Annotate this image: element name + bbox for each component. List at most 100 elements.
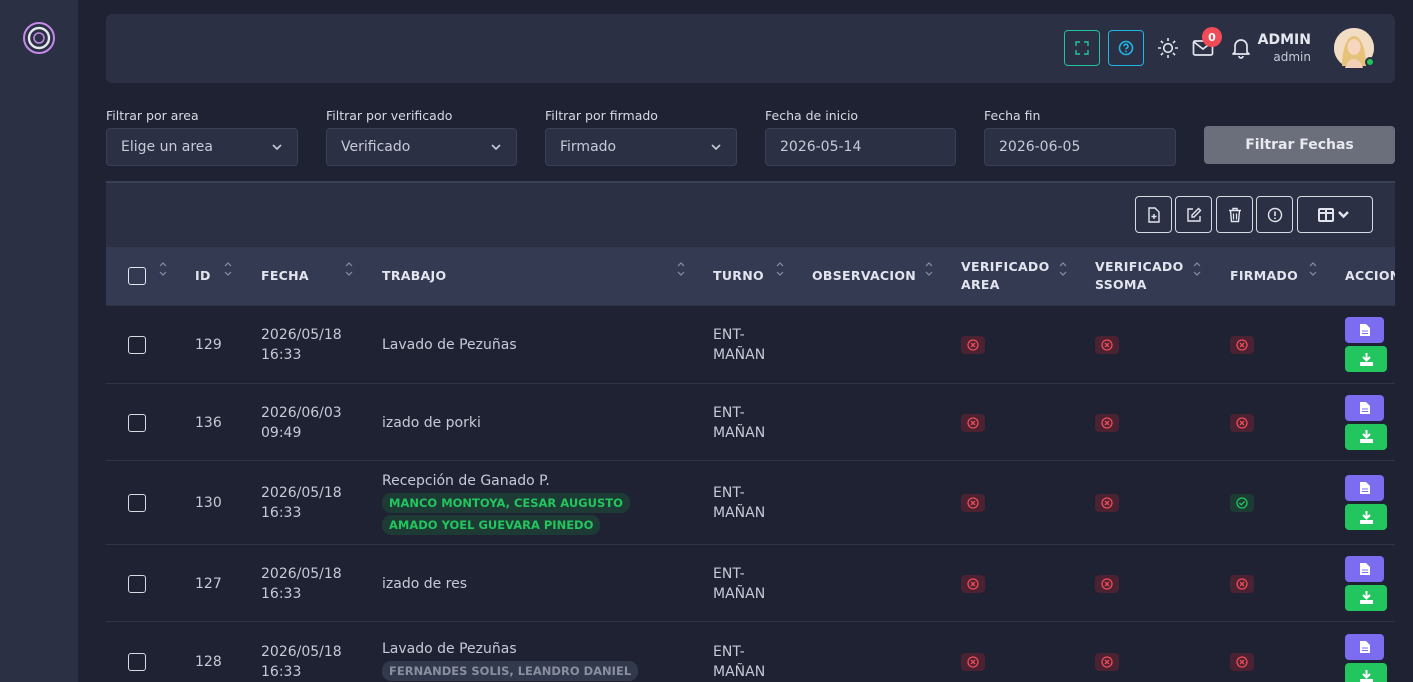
- view-document-button[interactable]: [1345, 634, 1384, 660]
- status-verificado-ssoma-no: [1095, 653, 1119, 671]
- x-circle-icon: [967, 656, 979, 668]
- sort-icon[interactable]: [345, 261, 353, 277]
- mail-count-badge: 0: [1202, 27, 1222, 47]
- row-checkbox[interactable]: [128, 653, 146, 671]
- trash-icon: [1228, 207, 1241, 222]
- fecha-inicio-input[interactable]: 2026-05-14: [765, 128, 956, 166]
- download-button[interactable]: [1345, 423, 1387, 450]
- fecha-fin-value: 2026-06-05: [999, 139, 1081, 155]
- table-row[interactable]: 128 2026/05/18 16:33 Lavado de Pezuñas FERNA…: [106, 621, 1395, 682]
- table-row[interactable]: 130 2026/05/18 16:33 Recepción de Ganado P.…: [106, 460, 1395, 544]
- view-document-button[interactable]: [1345, 394, 1384, 421]
- filter-verificado-value: Verificado: [341, 139, 411, 155]
- col-fecha[interactable]: FECHA: [261, 267, 309, 285]
- row-checkbox[interactable]: [128, 336, 146, 354]
- alert-button[interactable]: [1256, 196, 1293, 233]
- row-checkbox[interactable]: [128, 574, 146, 593]
- sort-icon[interactable]: [677, 261, 685, 277]
- table-row[interactable]: 129 2026/05/18 16:33 Lavado de Pezuñas ENT- M…: [106, 305, 1395, 383]
- status-firmado-no: [1230, 336, 1254, 354]
- sort-icon[interactable]: [776, 261, 784, 277]
- cell-turno: ENT- MAÑAN: [713, 565, 766, 602]
- x-circle-icon: [967, 577, 979, 590]
- select-all-checkbox[interactable]: [128, 267, 146, 285]
- help-button[interactable]: [1108, 30, 1144, 66]
- col-verificado-area[interactable]: VERIFICADO AREA: [961, 258, 1050, 294]
- download-button[interactable]: [1345, 504, 1387, 530]
- filter-area-select[interactable]: Elige un area: [106, 128, 298, 166]
- user-role: admin: [1273, 50, 1311, 64]
- document-icon: [1359, 401, 1370, 414]
- cell-id: 129: [195, 337, 222, 353]
- view-document-button[interactable]: [1345, 475, 1384, 501]
- sort-icon[interactable]: [925, 261, 933, 277]
- x-circle-icon: [967, 497, 979, 509]
- sort-icon[interactable]: [159, 261, 167, 277]
- x-circle-icon: [1101, 497, 1113, 509]
- status-verificado-ssoma-no: [1095, 413, 1119, 432]
- filter-area-value: Elige un area: [121, 139, 213, 155]
- sort-icon[interactable]: [224, 261, 232, 277]
- col-acciones: ACCIONES: [1345, 268, 1395, 283]
- filter-firmado-label: Filtrar por firmado: [545, 108, 658, 123]
- cell-turno: ENT- MAÑAN: [713, 327, 766, 363]
- row-checkbox[interactable]: [128, 413, 146, 432]
- cell-turno: ENT- MAÑAN: [713, 644, 766, 680]
- filter-firmado-value: Firmado: [560, 139, 617, 155]
- status-verificado-ssoma-no: [1095, 574, 1119, 593]
- download-icon: [1359, 591, 1373, 604]
- download-button[interactable]: [1345, 663, 1387, 682]
- export-button[interactable]: [1135, 196, 1172, 233]
- sort-icon[interactable]: [1309, 261, 1317, 277]
- fecha-fin-input[interactable]: 2026-06-05: [984, 128, 1176, 166]
- col-verificado-ssoma[interactable]: VERIFICADO SSOMA: [1095, 258, 1184, 294]
- status-verificado-area-no: [961, 653, 985, 671]
- table-row[interactable]: 136 2026/06/03 09:49 izado de porki ENT- MAÑA…: [106, 383, 1395, 460]
- cell-trabajo: izado de res: [382, 575, 468, 592]
- view-document-button[interactable]: [1345, 317, 1384, 343]
- x-circle-icon: [1236, 577, 1248, 590]
- edit-button[interactable]: [1175, 196, 1212, 233]
- cell-fecha: 2026/05/18 16:33: [261, 644, 342, 680]
- download-button[interactable]: [1345, 584, 1387, 611]
- filter-verificado-select[interactable]: Verificado: [326, 128, 517, 166]
- col-turno[interactable]: TURNO: [713, 267, 764, 285]
- sort-icon[interactable]: [1059, 261, 1067, 277]
- status-firmado-no: [1230, 413, 1254, 432]
- col-observacion[interactable]: OBSERVACION: [812, 267, 916, 285]
- chevron-down-icon: [491, 144, 501, 151]
- status-verificado-ssoma-no: [1095, 494, 1119, 512]
- fullscreen-button[interactable]: [1064, 30, 1100, 66]
- cell-turno: ENT- MAÑAN: [713, 485, 766, 521]
- row-checkbox[interactable]: [128, 494, 146, 512]
- table-row[interactable]: 127 2026/05/18 16:33 izado de res ENT- MAÑAN: [106, 544, 1395, 621]
- app-logo-icon[interactable]: [22, 21, 56, 55]
- view-document-button[interactable]: [1345, 555, 1384, 582]
- notifications-button[interactable]: [1229, 36, 1253, 60]
- col-trabajo[interactable]: TRABAJO: [382, 267, 446, 285]
- download-button[interactable]: [1345, 346, 1387, 372]
- edit-icon: [1186, 207, 1201, 222]
- filtrar-fechas-button[interactable]: Filtrar Fechas: [1204, 126, 1395, 164]
- col-firmado[interactable]: FIRMADO: [1230, 267, 1298, 285]
- download-icon: [1359, 669, 1373, 682]
- filter-firmado-select[interactable]: Firmado: [545, 128, 737, 166]
- status-firmado-no: [1230, 574, 1254, 593]
- cell-id: 128: [195, 654, 222, 670]
- user-name[interactable]: ADMIN: [1258, 32, 1311, 48]
- document-icon: [1359, 482, 1370, 494]
- fecha-fin-label: Fecha fin: [984, 108, 1041, 123]
- col-id[interactable]: ID: [195, 267, 211, 285]
- help-icon: [1118, 40, 1134, 56]
- cell-turno: ENT- MAÑAN: [713, 404, 766, 441]
- columns-toggle-button[interactable]: [1297, 196, 1373, 233]
- theme-toggle-button[interactable]: [1156, 36, 1180, 60]
- x-circle-icon: [1101, 656, 1113, 668]
- delete-button[interactable]: [1216, 196, 1253, 233]
- sort-icon[interactable]: [1193, 261, 1201, 277]
- columns-icon: [1318, 207, 1349, 222]
- table-header: ID FECHA TRABAJO TURNO OBSERVACION VERIF…: [106, 247, 1395, 305]
- download-icon: [1359, 352, 1373, 366]
- cell-fecha: 2026/05/18 16:33: [261, 327, 342, 363]
- x-circle-icon: [1236, 339, 1248, 351]
